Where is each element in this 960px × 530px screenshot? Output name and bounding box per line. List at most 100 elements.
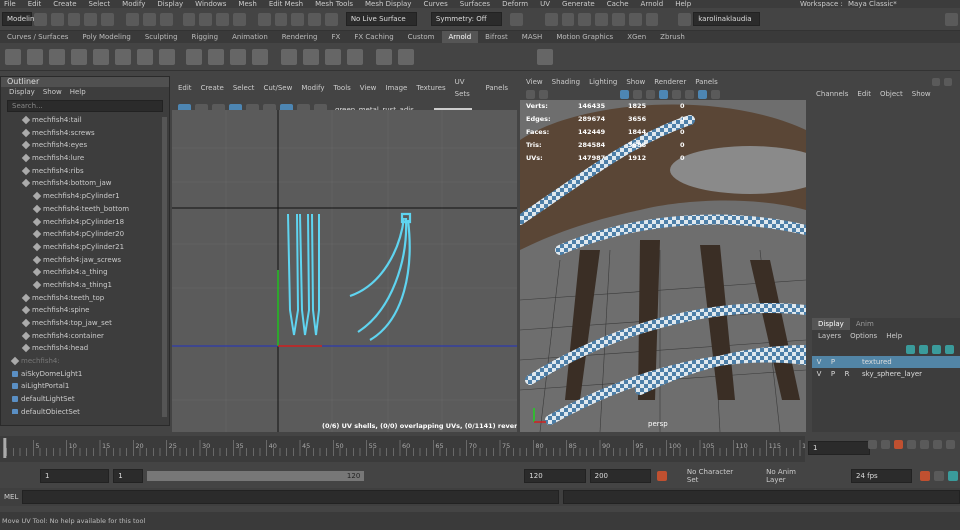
layer-menu-help[interactable]: Help (886, 330, 902, 342)
outliner-item[interactable]: mechfish4:pCylinder20 (1, 228, 169, 241)
shelf-tab-animation[interactable]: Animation (225, 31, 275, 43)
select-object-icon[interactable] (142, 12, 156, 26)
uv-menu-cut-sew[interactable]: Cut/Sew (263, 82, 292, 94)
uv-menu-view[interactable]: View (360, 82, 377, 94)
flush-caches-icon[interactable] (230, 49, 246, 65)
viewport-menu-lighting[interactable]: Lighting (589, 76, 617, 88)
select-edge-icon[interactable] (199, 12, 213, 26)
outliner-item[interactable]: mechfish4:spine (1, 304, 169, 317)
go-to-start-icon[interactable] (868, 440, 877, 449)
outliner-menu-show[interactable]: Show (43, 87, 62, 98)
vp-toolbar-icon-5[interactable] (646, 89, 655, 99)
render-frame-icon[interactable] (544, 12, 558, 26)
time-slider[interactable]: 5 10 15 20 25 30 35 40 45 50 55 60 65 70 75 80 85 90 95 100… (0, 436, 814, 462)
outliner-scrollbar[interactable] (162, 117, 167, 417)
select-hierarchy-icon[interactable] (126, 12, 139, 26)
tx-manager-icon[interactable] (252, 49, 268, 65)
menu-help[interactable]: Help (675, 0, 691, 8)
render-settings-icon[interactable] (578, 12, 592, 26)
checker-icon[interactable] (281, 49, 297, 65)
uv-shell-claw[interactable] (349, 212, 412, 341)
standin-icon[interactable] (186, 49, 202, 65)
uv-shell-teeth[interactable] (287, 213, 320, 336)
menu-modify[interactable]: Modify (122, 0, 145, 8)
redo-icon[interactable] (101, 12, 115, 26)
new-layer-selected-icon[interactable] (945, 344, 954, 354)
range-slider-bar[interactable]: 120 (147, 471, 365, 481)
outliner-item[interactable]: mechfish4:container (1, 330, 169, 343)
outliner-item[interactable]: defaultLightSet (1, 393, 169, 406)
layer-visibility-toggle[interactable]: V (812, 368, 826, 380)
shelf-tab-motion-graphics[interactable]: Motion Graphics (549, 31, 620, 43)
vp-toolbar-icon-4[interactable] (633, 89, 642, 99)
vp-toolbar-icon-9[interactable] (698, 89, 707, 99)
fps-dropdown[interactable]: 24 fps (851, 469, 913, 483)
select-vertex-icon[interactable] (182, 12, 196, 26)
layer-row[interactable]: V Ptextured (812, 356, 960, 368)
layer-menu-layers[interactable]: Layers (818, 330, 841, 342)
shelf-tab-fx-caching[interactable]: FX Caching (347, 31, 400, 43)
arnold-render-view-icon[interactable] (645, 12, 659, 26)
sound-icon[interactable] (948, 471, 958, 481)
menu-display[interactable]: Display (157, 0, 183, 8)
vp-toolbar-icon-8[interactable] (685, 89, 694, 99)
snap-view-icon[interactable] (308, 12, 321, 26)
channel-box-menu-edit[interactable]: Edit (857, 88, 871, 100)
uv-menu-image[interactable]: Image (385, 82, 407, 94)
menu-curves[interactable]: Curves (423, 0, 447, 8)
physical-sky-icon[interactable] (137, 49, 153, 65)
outliner-item[interactable]: mechfish4:pCylinder18 (1, 216, 169, 229)
light-portal-icon[interactable] (159, 49, 175, 65)
menu-edit-mesh[interactable]: Edit Mesh (269, 0, 303, 8)
layer-tab-display[interactable]: Display (812, 318, 850, 330)
snap-grid-icon[interactable] (257, 12, 271, 26)
outliner-menu-help[interactable]: Help (70, 87, 86, 98)
workspace-value[interactable]: Maya Classic* (848, 0, 897, 8)
layer-menu-options[interactable]: Options (850, 330, 877, 342)
layer-playback-toggle[interactable]: P (826, 368, 840, 380)
snap-curve-icon[interactable] (274, 12, 288, 26)
uv-canvas[interactable]: (0/6) UV shells, (0/0) overlapping UVs, … (172, 110, 517, 432)
step-forward-frame-icon[interactable] (933, 440, 942, 449)
current-frame-field[interactable]: 1 (808, 441, 870, 455)
layer-move-up-icon[interactable] (906, 344, 915, 354)
select-component-icon[interactable] (159, 12, 173, 26)
menu-windows[interactable]: Windows (195, 0, 226, 8)
viewport-scene[interactable]: Verts: 146435 1825 0 Edges: 289674 3656 0 Faces:… (520, 100, 806, 432)
outliner-item[interactable]: mechfish4:a_thing1 (1, 279, 169, 292)
shelf-tab-xgen[interactable]: XGen (620, 31, 653, 43)
outliner-item[interactable]: defaultObjectSet (1, 406, 169, 414)
outliner-item[interactable]: mechfish4:tail (1, 114, 169, 127)
vp-toolbar-icon-10[interactable] (711, 89, 720, 99)
render-view-icon[interactable] (398, 49, 414, 65)
outliner-item[interactable]: mechfish4:top_jaw_set (1, 317, 169, 330)
mode-dropdown[interactable]: Modeling (2, 12, 39, 26)
menu-edit[interactable]: Edit (28, 0, 42, 8)
menu-create[interactable]: Create (53, 0, 76, 8)
character-set-label[interactable]: No Character Set (687, 468, 746, 484)
account-dropdown[interactable]: karolinaklaudia (693, 12, 761, 26)
select-face-icon[interactable] (216, 12, 229, 26)
uv-menu-panels[interactable]: Panels (485, 82, 508, 94)
command-input[interactable] (22, 490, 559, 504)
save-scene-icon[interactable] (67, 12, 81, 26)
shelf-tab-mash[interactable]: MASH (515, 31, 550, 43)
menu-mesh-display[interactable]: Mesh Display (365, 0, 411, 8)
vp-toolbar-icon-2[interactable] (539, 89, 548, 99)
display-toggle-icon[interactable] (376, 49, 392, 65)
menu-arnold[interactable]: Arnold (641, 0, 664, 8)
viewport-menu-panels[interactable]: Panels (695, 76, 718, 88)
layer-row[interactable]: V P Rsky_sphere_layer (812, 368, 960, 380)
layer-tab-anim[interactable]: Anim (850, 318, 880, 330)
outliner-search-input[interactable]: Search... (7, 100, 163, 112)
shelf-tab-arnold[interactable]: Arnold (441, 31, 479, 43)
attribute-editor-toggle-icon[interactable] (944, 78, 952, 86)
uv-menu-create[interactable]: Create (201, 82, 224, 94)
menu-surfaces[interactable]: Surfaces (460, 0, 490, 8)
photometric-light-icon[interactable] (93, 49, 109, 65)
layer-move-down-icon[interactable] (919, 344, 928, 354)
key-icon[interactable] (920, 471, 931, 481)
start-frame-field[interactable]: 1 (40, 469, 110, 483)
uv-snapshot-icon[interactable] (303, 49, 319, 65)
menu-generate[interactable]: Generate (562, 0, 595, 8)
